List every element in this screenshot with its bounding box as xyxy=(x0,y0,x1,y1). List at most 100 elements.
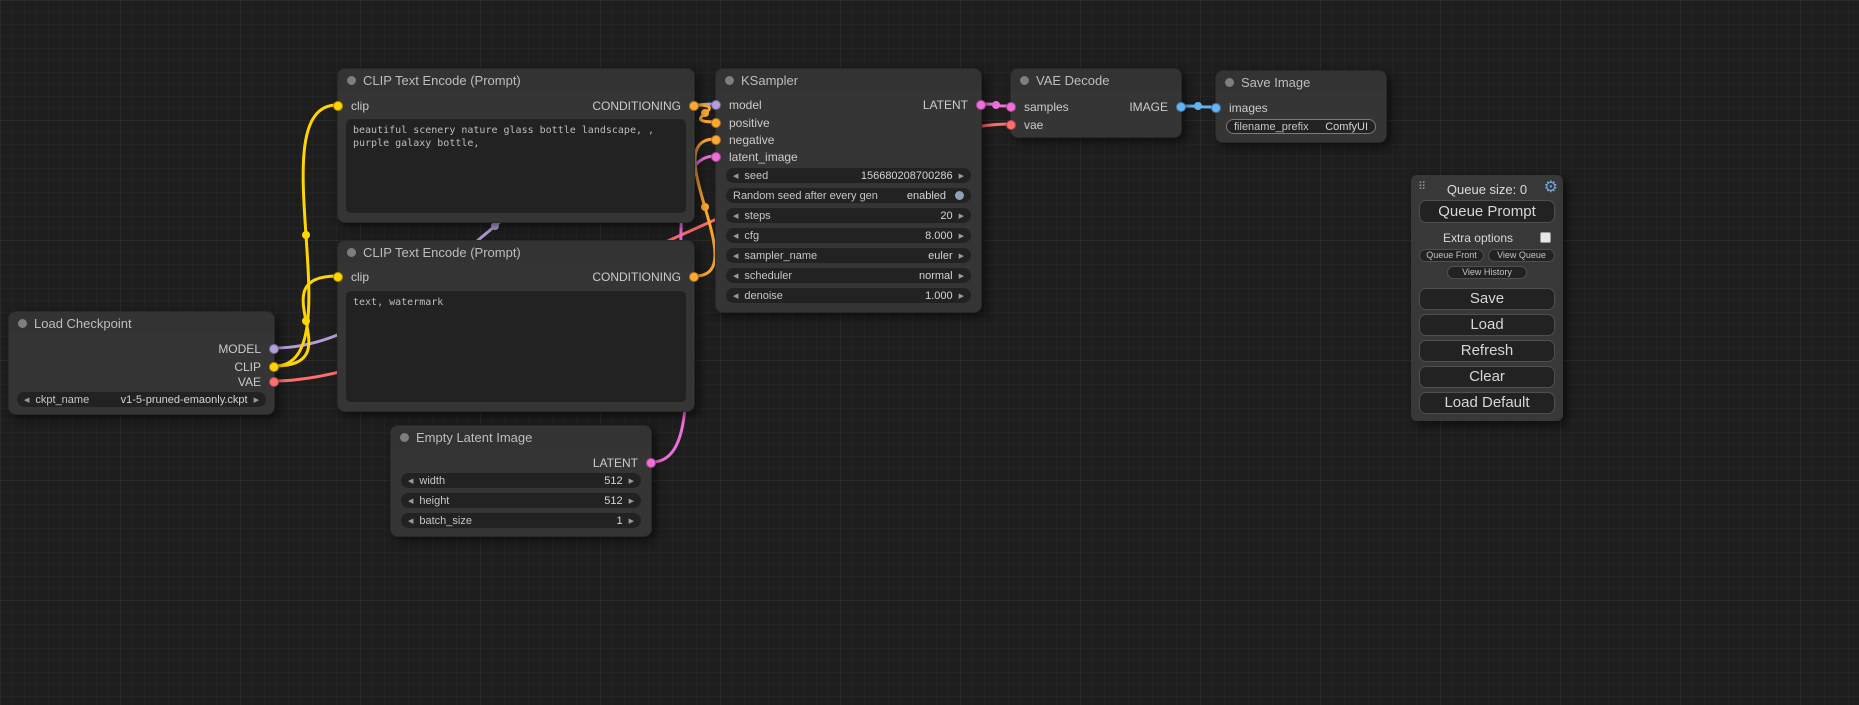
node-ksampler[interactable]: KSampler model LATENT positive negative … xyxy=(715,68,982,313)
output-label: CLIP xyxy=(234,359,261,375)
width-widget[interactable]: ◀ width 512 ▶ xyxy=(401,473,641,488)
output-port-conditioning[interactable] xyxy=(689,101,699,111)
input-port-samples[interactable] xyxy=(1006,102,1016,112)
refresh-button[interactable]: Refresh xyxy=(1419,340,1555,362)
node-title-bar[interactable]: CLIP Text Encode (Prompt) xyxy=(338,241,694,263)
input-port-model[interactable] xyxy=(711,100,721,110)
collapse-dot[interactable] xyxy=(725,76,734,85)
node-title-bar[interactable]: Load Checkpoint xyxy=(9,312,274,334)
collapse-dot[interactable] xyxy=(1020,76,1029,85)
increment-arrow-icon[interactable]: ▶ xyxy=(959,232,964,240)
view-queue-button[interactable]: View Queue xyxy=(1488,249,1555,262)
node-title-bar[interactable]: Empty Latent Image xyxy=(391,426,651,448)
denoise-widget[interactable]: ◀ denoise 1.000 ▶ xyxy=(726,288,971,303)
increment-arrow-icon[interactable]: ▶ xyxy=(959,212,964,220)
slot-row: positive xyxy=(716,115,981,131)
collapse-dot[interactable] xyxy=(347,76,356,85)
cfg-widget[interactable]: ◀ cfg 8.000 ▶ xyxy=(726,228,971,243)
decrement-arrow-icon[interactable]: ◀ xyxy=(408,477,413,485)
node-clip-text-encode-positive[interactable]: CLIP Text Encode (Prompt) clip CONDITION… xyxy=(337,68,695,223)
random-seed-toggle-widget[interactable]: Random seed after every gen enabled xyxy=(726,188,971,203)
input-label: latent_image xyxy=(729,149,798,165)
collapse-dot[interactable] xyxy=(1225,78,1234,87)
ckpt-name-widget[interactable]: ◀ ckpt_name v1-5-pruned-emaonly.ckpt ▶ xyxy=(17,392,266,407)
extra-options-checkbox[interactable] xyxy=(1540,232,1551,243)
input-port-clip[interactable] xyxy=(333,272,343,282)
clear-button[interactable]: Clear xyxy=(1419,366,1555,388)
decrement-arrow-icon[interactable]: ◀ xyxy=(408,517,413,525)
decrement-arrow-icon[interactable]: ◀ xyxy=(733,172,738,180)
node-canvas[interactable]: Load Checkpoint MODEL CLIP VAE ◀ ckpt_na… xyxy=(0,0,1859,705)
node-title-bar[interactable]: Save Image xyxy=(1216,71,1386,93)
increment-arrow-icon[interactable]: ▶ xyxy=(959,272,964,280)
prompt-text-input[interactable]: text, watermark xyxy=(346,291,686,402)
prompt-text-input[interactable]: beautiful scenery nature glass bottle la… xyxy=(346,119,686,213)
decrement-arrow-icon[interactable]: ◀ xyxy=(733,212,738,220)
widget-value: normal xyxy=(919,270,953,282)
scheduler-widget[interactable]: ◀ scheduler normal ▶ xyxy=(726,268,971,283)
node-title-bar[interactable]: VAE Decode xyxy=(1011,69,1181,91)
widget-value: ComfyUI xyxy=(1325,121,1368,133)
queue-prompt-button[interactable]: Queue Prompt xyxy=(1419,200,1555,223)
output-port-clip[interactable] xyxy=(269,362,279,372)
node-vae-decode[interactable]: VAE Decode samples IMAGE vae xyxy=(1010,68,1182,138)
save-button[interactable]: Save xyxy=(1419,288,1555,310)
output-port-vae[interactable] xyxy=(269,377,279,387)
widget-value: 8.000 xyxy=(925,230,953,242)
collapse-dot[interactable] xyxy=(400,433,409,442)
node-load-checkpoint[interactable]: Load Checkpoint MODEL CLIP VAE ◀ ckpt_na… xyxy=(8,311,275,415)
decrement-arrow-icon[interactable]: ◀ xyxy=(408,497,413,505)
output-port-model[interactable] xyxy=(269,344,279,354)
input-port-latent-image[interactable] xyxy=(711,152,721,162)
decrement-arrow-icon[interactable]: ◀ xyxy=(733,252,738,260)
input-port-positive[interactable] xyxy=(711,118,721,128)
output-port-image[interactable] xyxy=(1176,102,1186,112)
collapse-dot[interactable] xyxy=(18,319,27,328)
increment-arrow-icon[interactable]: ▶ xyxy=(629,477,634,485)
increment-arrow-icon[interactable]: ▶ xyxy=(959,252,964,260)
wire-midpoint-dot xyxy=(701,203,709,211)
load-default-button[interactable]: Load Default xyxy=(1419,392,1555,414)
queue-size-label: Queue size: 0 xyxy=(1411,182,1563,197)
input-port-negative[interactable] xyxy=(711,135,721,145)
decrement-arrow-icon[interactable]: ◀ xyxy=(733,292,738,300)
decrement-arrow-icon[interactable]: ◀ xyxy=(24,396,29,404)
collapse-dot[interactable] xyxy=(347,248,356,257)
queue-front-button[interactable]: Queue Front xyxy=(1419,249,1484,262)
input-port-vae[interactable] xyxy=(1006,120,1016,130)
input-label: negative xyxy=(729,132,774,148)
wire-midpoint-dot xyxy=(1194,102,1202,110)
input-port-clip[interactable] xyxy=(333,101,343,111)
output-port-latent[interactable] xyxy=(646,458,656,468)
output-port-conditioning[interactable] xyxy=(689,272,699,282)
widget-label: Random seed after every gen xyxy=(733,190,878,202)
node-empty-latent-image[interactable]: Empty Latent Image LATENT ◀ width 512 ▶ … xyxy=(390,425,652,537)
toggle-knob-icon[interactable] xyxy=(955,191,964,200)
view-history-button[interactable]: View History xyxy=(1447,266,1527,279)
node-title-bar[interactable]: KSampler xyxy=(716,69,981,91)
widget-value: 512 xyxy=(604,495,622,507)
height-widget[interactable]: ◀ height 512 ▶ xyxy=(401,493,641,508)
wire-midpoint-dot xyxy=(992,101,1000,109)
widget-label: steps xyxy=(744,210,770,222)
sampler-name-widget[interactable]: ◀ sampler_name euler ▶ xyxy=(726,248,971,263)
increment-arrow-icon[interactable]: ▶ xyxy=(959,292,964,300)
filename-prefix-widget[interactable]: filename_prefix ComfyUI xyxy=(1226,119,1376,134)
increment-arrow-icon[interactable]: ▶ xyxy=(629,517,634,525)
output-port-latent[interactable] xyxy=(976,100,986,110)
load-button[interactable]: Load xyxy=(1419,314,1555,336)
increment-arrow-icon[interactable]: ▶ xyxy=(959,172,964,180)
batch-size-widget[interactable]: ◀ batch_size 1 ▶ xyxy=(401,513,641,528)
node-title-bar[interactable]: CLIP Text Encode (Prompt) xyxy=(338,69,694,91)
decrement-arrow-icon[interactable]: ◀ xyxy=(733,232,738,240)
input-label: vae xyxy=(1024,117,1043,133)
increment-arrow-icon[interactable]: ▶ xyxy=(254,396,259,404)
steps-widget[interactable]: ◀ steps 20 ▶ xyxy=(726,208,971,223)
node-save-image[interactable]: Save Image images filename_prefix ComfyU… xyxy=(1215,70,1387,143)
gear-icon[interactable]: ⚙ xyxy=(1544,177,1558,197)
decrement-arrow-icon[interactable]: ◀ xyxy=(733,272,738,280)
increment-arrow-icon[interactable]: ▶ xyxy=(629,497,634,505)
node-clip-text-encode-negative[interactable]: CLIP Text Encode (Prompt) clip CONDITION… xyxy=(337,240,695,412)
seed-widget[interactable]: ◀ seed 156680208700286 ▶ xyxy=(726,168,971,183)
input-port-images[interactable] xyxy=(1211,103,1221,113)
